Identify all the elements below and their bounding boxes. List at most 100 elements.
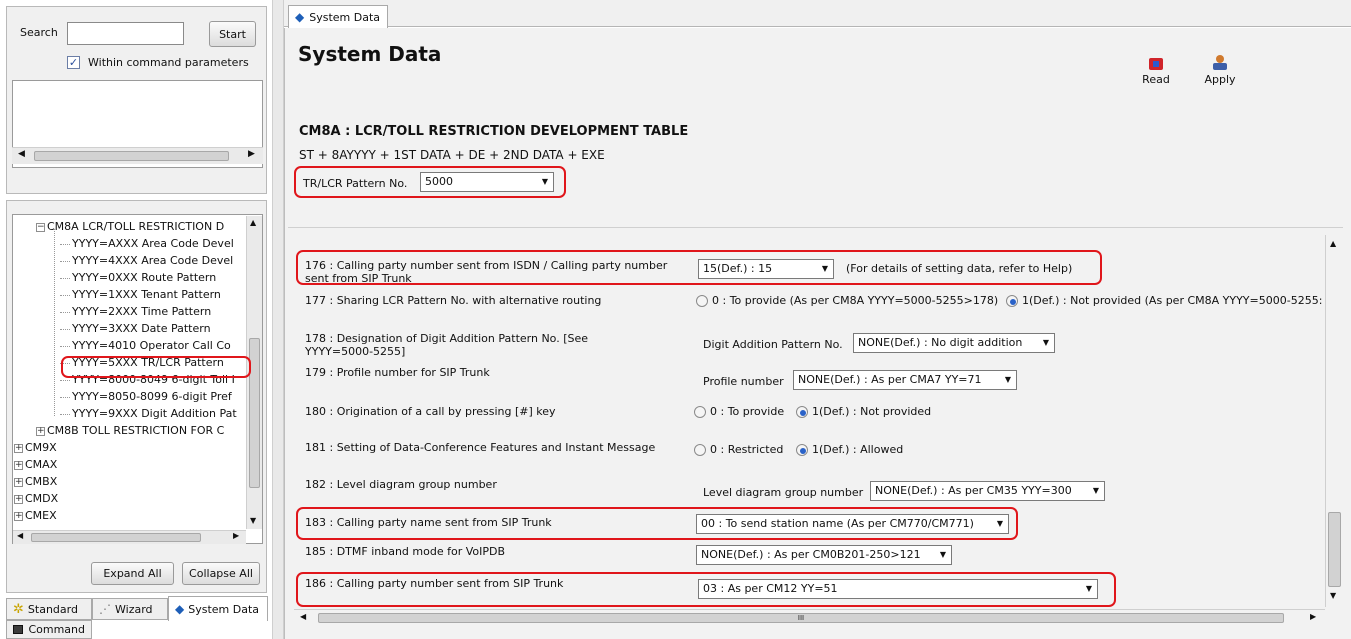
scroll-left-icon[interactable]: ◀ xyxy=(17,531,23,540)
collapse-all-button[interactable]: Collapse All xyxy=(182,562,260,585)
row-185-select[interactable]: NONE(Def.) : As per CM0B201-250>121 ▼ xyxy=(696,545,952,565)
row-178-value: NONE(Def.) : No digit addition xyxy=(858,336,1023,349)
tree-item[interactable]: YYYY=4XXX Area Code Devel xyxy=(60,254,233,267)
tab-command[interactable]: Command xyxy=(6,620,92,639)
scroll-left-icon[interactable]: ◀ xyxy=(300,612,306,621)
tab-standard[interactable]: ✲ Standard xyxy=(6,598,92,620)
tree-item[interactable]: YYYY=4010 Operator Call Co xyxy=(60,339,231,352)
row-179-value: NONE(Def.) : As per CMA7 YY=71 xyxy=(798,373,982,386)
expand-all-button[interactable]: Expand All xyxy=(91,562,174,585)
tree-vscroll-thumb[interactable] xyxy=(249,338,260,488)
scroll-down-icon[interactable]: ▼ xyxy=(1330,591,1336,600)
row-177-radio-1[interactable]: 1(Def.) : Not provided (As per CM8A YYYY… xyxy=(1006,294,1322,307)
read-button[interactable]: Read xyxy=(1138,58,1174,98)
scroll-right-icon[interactable]: ▶ xyxy=(248,149,255,159)
tree-item[interactable]: YYYY=8000-8049 6-digit Toll I xyxy=(60,373,235,386)
row-182-value: NONE(Def.) : As per CM35 YYY=300 xyxy=(875,484,1072,497)
tree-item[interactable]: YYYY=5XXX TR/LCR Pattern xyxy=(60,356,224,369)
tree-item[interactable]: + CMEX xyxy=(14,509,57,522)
tree-item[interactable]: YYYY=AXXX Area Code Devel xyxy=(60,237,234,250)
tree-item[interactable]: YYYY=9XXX Digit Addition Pat xyxy=(60,407,237,420)
row-180-opt1: 0 : To provide xyxy=(710,405,785,418)
radio-0[interactable] xyxy=(696,295,708,307)
row-176-value: 15(Def.) : 15 xyxy=(703,262,773,275)
collapse-node-icon[interactable]: − xyxy=(36,222,45,232)
cube-icon: ◆ xyxy=(175,602,185,616)
row-180-opt2: 1(Def.) : Not provided xyxy=(812,405,932,418)
expand-node-icon[interactable]: + xyxy=(36,426,45,436)
scroll-grip: III xyxy=(797,614,805,622)
radio-0[interactable] xyxy=(694,444,706,456)
row-180-radio-1[interactable]: 1(Def.) : Not provided xyxy=(796,405,931,418)
results-hscroll-thumb[interactable] xyxy=(34,151,229,161)
radio-1-selected[interactable] xyxy=(796,444,808,456)
tree-item-label: CM8B TOLL RESTRICTION FOR C xyxy=(47,424,225,437)
main-tabbar xyxy=(284,0,1351,27)
tree-hscroll-thumb[interactable] xyxy=(31,533,201,542)
expand-node-icon[interactable]: + xyxy=(14,494,23,504)
results-hscrollbar[interactable]: ◀ ▶ xyxy=(12,147,263,164)
tree-item[interactable]: YYYY=8050-8099 6-digit Pref xyxy=(60,390,232,403)
row-185-label: 185 : DTMF inband mode for VoIPDB xyxy=(305,545,506,558)
radio-0[interactable] xyxy=(694,406,706,418)
tree-item[interactable]: YYYY=3XXX Date Pattern xyxy=(60,322,211,335)
expand-node-icon[interactable]: + xyxy=(14,477,23,487)
expand-node-icon[interactable]: + xyxy=(14,511,23,521)
scroll-down-icon[interactable]: ▼ xyxy=(250,516,256,525)
tree-item[interactable]: YYYY=0XXX Route Pattern xyxy=(60,271,216,284)
chevron-down-icon: ▼ xyxy=(996,519,1003,528)
tree-item[interactable]: + CM9X xyxy=(14,441,57,454)
tree-item[interactable]: + CM8B TOLL RESTRICTION FOR C xyxy=(36,424,224,437)
row-186-value: 03 : As per CM12 YY=51 xyxy=(703,582,838,595)
tree-item-label: YYYY=2XXX Time Pattern xyxy=(72,305,212,318)
tree-vscrollbar[interactable]: ▲ ▼ xyxy=(246,216,262,529)
tree-item[interactable]: + CMDX xyxy=(14,492,58,505)
expand-node-icon[interactable]: + xyxy=(14,460,23,470)
row-182-sublabel: Level diagram group number xyxy=(703,486,864,499)
settings-vscrollbar[interactable]: ▲ ▼ xyxy=(1325,235,1343,607)
search-input[interactable] xyxy=(67,22,184,45)
tab-system-data-label: System Data xyxy=(188,602,260,616)
row-177-opt2: 1(Def.) : Not provided (As per CM8A YYYY… xyxy=(1022,294,1323,307)
tree-item[interactable]: YYYY=2XXX Time Pattern xyxy=(60,305,211,318)
tree-item[interactable]: − CM8A LCR/TOLL RESTRICTION D xyxy=(36,220,224,233)
radio-1-selected[interactable] xyxy=(1006,295,1018,307)
row-181-radio-0[interactable]: 0 : Restricted xyxy=(694,443,783,456)
row-179-select[interactable]: NONE(Def.) : As per CMA7 YY=71 ▼ xyxy=(793,370,1017,390)
row-178-sublabel: Digit Addition Pattern No. xyxy=(703,338,843,351)
settings-hscroll-thumb[interactable]: III xyxy=(318,613,1284,623)
row-181-radio-1[interactable]: 1(Def.) : Allowed xyxy=(796,443,903,456)
row-183-select[interactable]: 00 : To send station name (As per CM770/… xyxy=(696,514,1009,534)
settings-vscroll-thumb[interactable] xyxy=(1328,512,1341,587)
pattern-select[interactable]: 5000 ▼ xyxy=(420,172,554,192)
scroll-right-icon[interactable]: ▶ xyxy=(1310,612,1316,621)
tree-item[interactable]: YYYY=1XXX Tenant Pattern xyxy=(60,288,221,301)
within-params-checkbox[interactable]: ✓ xyxy=(67,56,80,69)
scroll-left-icon[interactable]: ◀ xyxy=(18,149,25,159)
start-button[interactable]: Start xyxy=(209,21,256,47)
settings-hscrollbar[interactable]: ◀ III ▶ xyxy=(294,609,1325,626)
row-178-select[interactable]: NONE(Def.) : No digit addition ▼ xyxy=(853,333,1055,353)
row-186-select[interactable]: 03 : As per CM12 YY=51 ▼ xyxy=(698,579,1098,599)
row-177-label: 177 : Sharing LCR Pattern No. with alter… xyxy=(305,294,602,307)
tree-item[interactable]: + CMBX xyxy=(14,475,57,488)
scroll-up-icon[interactable]: ▲ xyxy=(250,218,256,227)
tab-system-data[interactable]: ◆ System Data xyxy=(168,596,268,621)
row-176-select[interactable]: 15(Def.) : 15 ▼ xyxy=(698,259,834,279)
main-tab-system-data[interactable]: ◆ System Data xyxy=(288,5,388,28)
expand-node-icon[interactable]: + xyxy=(14,443,23,453)
scroll-up-icon[interactable]: ▲ xyxy=(1330,239,1336,248)
row-177-radio-0[interactable]: 0 : To provide (As per CM8A YYYY=5000-52… xyxy=(696,294,998,307)
row-182-select[interactable]: NONE(Def.) : As per CM35 YYY=300 ▼ xyxy=(870,481,1105,501)
tree-item-label: YYYY=1XXX Tenant Pattern xyxy=(72,288,221,301)
read-icon xyxy=(1149,58,1163,70)
scroll-right-icon[interactable]: ▶ xyxy=(233,531,239,540)
radio-1-selected[interactable] xyxy=(796,406,808,418)
tab-wizard[interactable]: ⋰ Wizard xyxy=(92,598,168,620)
tree-item-label: YYYY=8050-8099 6-digit Pref xyxy=(72,390,232,403)
tree-item[interactable]: + CMAX xyxy=(14,458,57,471)
apply-button[interactable]: Apply xyxy=(1198,55,1242,99)
splitter[interactable] xyxy=(272,0,284,639)
row-180-radio-0[interactable]: 0 : To provide xyxy=(694,405,784,418)
tree-hscrollbar[interactable]: ◀ ▶ xyxy=(13,530,246,544)
